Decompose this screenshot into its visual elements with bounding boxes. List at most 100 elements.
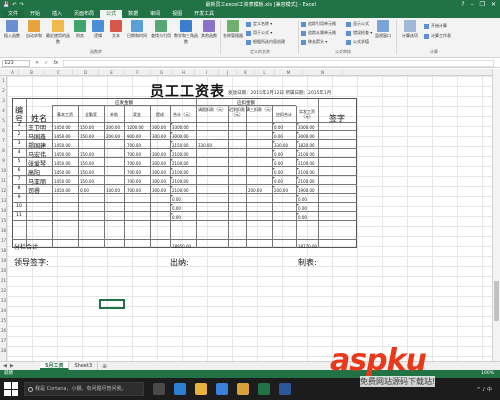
table-cell[interactable]: 2150.00 — [172, 143, 189, 148]
table-cell[interactable]: 300.00 — [152, 161, 166, 166]
row-header[interactable]: 26 — [0, 328, 7, 333]
column-header-e[interactable]: E — [99, 69, 125, 76]
column-header-k[interactable]: K — [237, 69, 255, 76]
scrollbar-thumb[interactable] — [494, 281, 499, 321]
table-cell[interactable]: 3300.00 — [172, 125, 189, 130]
minimize-button[interactable]: – — [471, 1, 474, 8]
row-header[interactable]: 3 — [0, 98, 7, 103]
column-header-m[interactable]: M — [275, 69, 303, 76]
table-cell[interactable]: 3000.00 — [298, 134, 315, 139]
table-cell[interactable]: 0.00 — [298, 197, 307, 202]
cancel-icon[interactable]: ✕ — [35, 60, 39, 66]
table-cell[interactable]: 0.00 — [274, 161, 283, 166]
table-cell[interactable]: 0.00 — [172, 197, 181, 202]
table-cell[interactable]: 700.00 — [127, 143, 141, 148]
column-header-d[interactable]: D — [73, 69, 99, 76]
table-cell[interactable]: 700.00 — [127, 161, 141, 166]
restore-button[interactable]: ❐ — [480, 1, 485, 8]
table-cell[interactable]: 0.00 — [172, 206, 181, 211]
table-cell[interactable]: 150.00 — [80, 170, 94, 175]
calc-options-button[interactable]: 计算选项 — [399, 20, 421, 39]
table-cell[interactable]: 200.00 — [274, 188, 288, 193]
table-cell[interactable]: 2100.00 — [298, 179, 315, 184]
row-header[interactable]: 13 — [0, 198, 7, 203]
tab-page-layout[interactable]: 页面布局 — [68, 10, 100, 18]
table-cell[interactable]: 1820.00 — [298, 143, 315, 148]
use-in-formula-button[interactable]: 用于公式 ▾ — [246, 30, 272, 36]
table-cell[interactable]: 200.00 — [248, 188, 262, 193]
logical-button[interactable]: 逻辑 — [90, 20, 106, 39]
table-cell[interactable]: 1900.00 — [298, 188, 315, 193]
math-trig-button[interactable]: 数学和三角函数 — [174, 20, 198, 45]
table-cell[interactable]: 300.00 — [152, 188, 166, 193]
show-formulas-button[interactable]: 显示公式 — [346, 21, 369, 27]
tab-file[interactable]: 文件 — [2, 10, 25, 18]
remove-arrows-button[interactable]: 移去箭头 ▾ — [301, 39, 327, 45]
table-cell[interactable]: 300.00 — [152, 125, 166, 130]
row-header[interactable]: 5 — [0, 118, 7, 123]
table-cell[interactable]: 3300.00 — [298, 125, 315, 130]
formula-input[interactable] — [63, 59, 494, 67]
table-cell[interactable]: 2100.00 — [298, 161, 315, 166]
table-cell[interactable]: 1450.00 — [54, 143, 71, 148]
table-cell[interactable]: 0.00 — [274, 125, 283, 130]
column-header-i[interactable]: I — [195, 69, 219, 76]
row-header[interactable]: 8 — [0, 148, 7, 153]
tab-insert[interactable]: 插入 — [46, 10, 68, 18]
table-cell[interactable]: 3000.00 — [172, 134, 189, 139]
sheet-tab-sheet3[interactable]: Sheet3 — [69, 362, 99, 370]
table-cell[interactable]: 0.00 — [274, 134, 283, 139]
financial-button[interactable]: 财务 — [72, 20, 88, 39]
row-header[interactable]: 15 — [0, 218, 7, 223]
define-name-button[interactable]: 定义名称 ▾ — [246, 21, 272, 27]
table-cell[interactable]: 700.00 — [127, 170, 141, 175]
row-header[interactable]: 21 — [0, 278, 7, 283]
row-header[interactable]: 28 — [0, 348, 7, 353]
create-from-selection-button[interactable]: 根据所选内容创建 — [246, 39, 285, 45]
column-header-h[interactable]: H — [173, 69, 195, 76]
row-header[interactable]: 10 — [0, 168, 7, 173]
table-cell[interactable]: 0.00 — [298, 206, 307, 211]
row-header[interactable]: 2 — [0, 88, 7, 93]
table-cell[interactable]: 1450.00 — [54, 161, 71, 166]
table-cell[interactable]: 200.00 — [106, 125, 120, 130]
table-cell[interactable]: 300.00 — [152, 179, 166, 184]
table-cell[interactable]: 300.00 — [152, 170, 166, 175]
table-cell[interactable]: 1450.00 — [54, 134, 71, 139]
row-header[interactable]: 18 — [0, 248, 7, 253]
table-cell[interactable]: 700.00 — [127, 152, 141, 157]
more-functions-button[interactable]: 其他函数 — [200, 20, 218, 39]
row-header[interactable]: 12 — [0, 188, 7, 193]
selected-cell[interactable] — [99, 299, 125, 309]
table-cell[interactable]: 300.00 — [152, 152, 166, 157]
help-icon[interactable]: ? — [461, 1, 464, 8]
column-header-l[interactable]: L — [255, 69, 275, 76]
table-cell[interactable]: 150.00 — [80, 179, 94, 184]
sheet-tab-may-salary[interactable]: 5月工资 — [40, 362, 70, 370]
table-cell[interactable]: 0.00 — [274, 152, 283, 157]
tab-developer[interactable]: 开发工具 — [188, 10, 220, 18]
name-box[interactable]: E23 — [2, 59, 30, 67]
table-cell[interactable]: 700.00 — [127, 179, 141, 184]
prev-sheet-icon[interactable]: ◀ — [3, 363, 7, 369]
error-checking-button[interactable]: 错误检查 ▾ — [346, 30, 372, 36]
row-header[interactable]: 23 — [0, 298, 7, 303]
table-cell[interactable]: 150.00 — [80, 125, 94, 130]
text-button[interactable]: 文本 — [108, 20, 124, 39]
table-cell[interactable]: 1450.00 — [54, 125, 71, 130]
table-cell[interactable]: 2100.00 — [172, 170, 189, 175]
save-icon[interactable]: 💾 — [3, 2, 9, 8]
calculate-now-button[interactable]: 开始计算 — [424, 23, 447, 29]
chrome-icon[interactable] — [237, 383, 249, 395]
datetime-button[interactable]: 日期和时间 — [126, 20, 148, 39]
row-header[interactable]: 1 — [0, 78, 7, 83]
table-cell[interactable]: 0.00 — [274, 170, 283, 175]
add-sheet-icon[interactable]: ⊕ — [98, 363, 107, 370]
tab-data[interactable]: 数据 — [122, 10, 144, 18]
row-header[interactable]: 19 — [0, 258, 7, 263]
table-cell[interactable]: 0.00 — [80, 188, 89, 193]
column-header-n[interactable]: N — [303, 69, 343, 76]
store-icon[interactable] — [216, 383, 228, 395]
table-cell[interactable]: 2100.00 — [172, 179, 189, 184]
table-cell[interactable]: 300.00 — [152, 134, 166, 139]
